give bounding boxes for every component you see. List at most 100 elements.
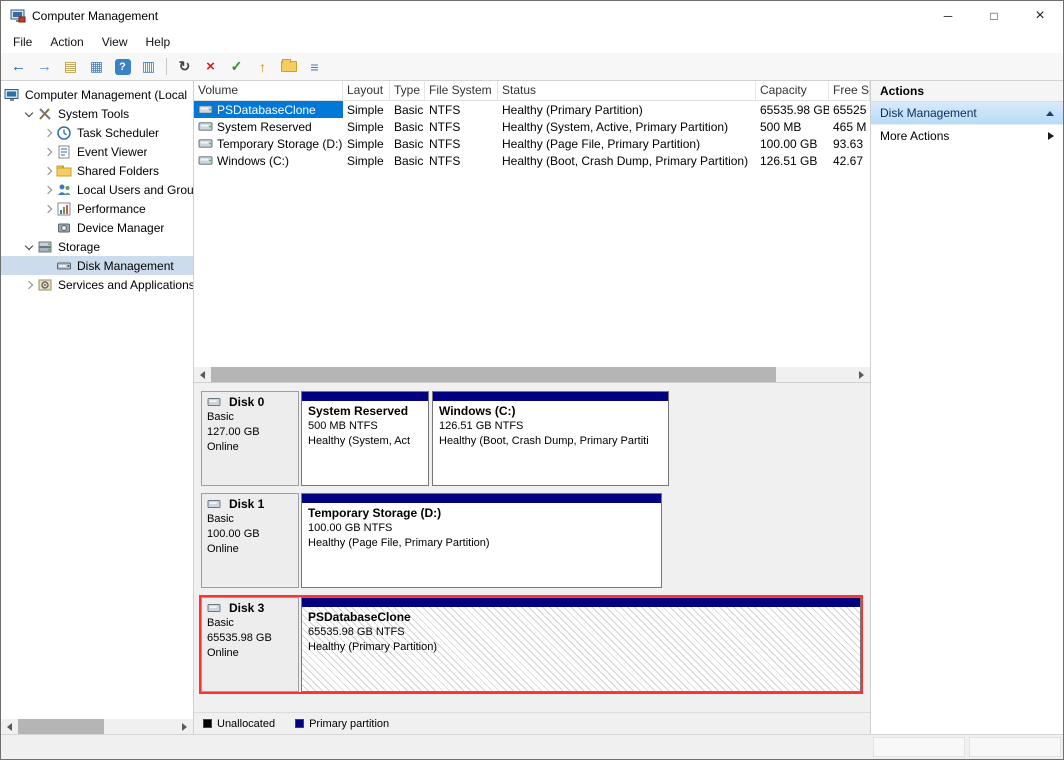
expander-placeholder [42, 222, 54, 234]
tree-item-task-scheduler[interactable]: Task Scheduler [1, 123, 193, 142]
disk-kind: Basic [207, 513, 234, 525]
partition-status: Healthy (Primary Partition) [308, 641, 437, 653]
open-folder-icon[interactable] [276, 55, 301, 78]
refresh-icon[interactable]: ↻ [172, 55, 197, 78]
volume-type: Basic [394, 153, 424, 168]
tree: Computer Management (Local System Tools … [1, 81, 193, 294]
chevron-right-icon[interactable] [42, 127, 54, 139]
partition-temporary-storage[interactable]: Temporary Storage (D:) 100.00 GB NTFS He… [301, 493, 662, 588]
scroll-right-arrow[interactable] [176, 719, 193, 734]
app-icon [10, 8, 26, 24]
delete-volume-icon[interactable]: × [198, 55, 223, 78]
help-icon[interactable]: ? [110, 55, 135, 78]
disk-size: 127.00 GB [207, 426, 260, 438]
toolbar: ← → ▤ ▦ ? ▥ ↻ × ✓ ↑ ≡ [1, 53, 1063, 81]
disk-0-label[interactable]: Disk 0 Basic 127.00 GB Online [201, 391, 299, 486]
tree-item-storage[interactable]: Storage [1, 237, 193, 256]
export-list-icon[interactable]: ▦ [84, 55, 109, 78]
more-actions-item[interactable]: More Actions [871, 125, 1063, 147]
chevron-right-icon[interactable] [42, 203, 54, 215]
device-manager-icon [56, 220, 72, 236]
partition-title: Windows (C:) [439, 404, 516, 418]
properties-icon[interactable]: ▥ [136, 55, 161, 78]
scroll-left-arrow[interactable] [194, 367, 211, 382]
up-level-icon[interactable]: ↑ [250, 55, 275, 78]
chevron-down-icon[interactable] [23, 241, 35, 253]
tree-item-label: Disk Management [77, 258, 174, 273]
column-header-free-space[interactable]: Free S [829, 81, 870, 100]
close-button[interactable]: × [1017, 1, 1063, 31]
legend-label: Primary partition [309, 717, 390, 730]
task-scheduler-icon [56, 125, 72, 141]
computer-management-window: Computer Management ─ □ × File Action Vi… [0, 0, 1064, 760]
menu-help[interactable]: Help [137, 32, 180, 52]
tree-item-system-tools[interactable]: System Tools [1, 104, 193, 123]
volume-capacity: 65535.98 GB [760, 102, 829, 117]
disk-1-label[interactable]: Disk 1 Basic 100.00 GB Online [201, 493, 299, 588]
scroll-left-arrow[interactable] [1, 719, 18, 734]
column-header-status[interactable]: Status [498, 81, 756, 100]
menubar: File Action View Help [1, 31, 1063, 53]
tree-item-label: Local Users and Groups [77, 182, 193, 197]
menu-view[interactable]: View [93, 32, 137, 52]
disk-3-row-selected: Disk 3 Basic 65535.98 GB Online PSDataba… [199, 595, 863, 694]
console-tree-icon[interactable]: ▤ [58, 55, 83, 78]
tree-item-device-manager[interactable]: Device Manager [1, 218, 193, 237]
volume-row-psdatabaseclone[interactable]: PSDatabaseClone Simple Basic NTFS Health… [194, 101, 870, 118]
partition-status: Healthy (System, Act [308, 435, 411, 447]
volume-layout: Simple [347, 153, 384, 168]
volume-list-horizontal-scrollbar[interactable] [194, 367, 870, 382]
check-disk-icon[interactable]: ✓ [224, 55, 249, 78]
volume-name: Windows (C:) [217, 153, 290, 168]
partition-system-reserved[interactable]: System Reserved 500 MB NTFS Healthy (Sys… [301, 391, 429, 486]
disk-3-label[interactable]: Disk 3 Basic 65535.98 GB Online [201, 597, 299, 692]
collapse-group-icon[interactable] [1046, 110, 1054, 116]
footer-panel [969, 737, 1061, 757]
chevron-right-icon[interactable] [42, 146, 54, 158]
column-header-volume[interactable]: Volume [194, 81, 343, 100]
tree-item-shared-folders[interactable]: Shared Folders [1, 161, 193, 180]
volume-row-temporary-storage[interactable]: Temporary Storage (D:) Simple Basic NTFS… [194, 135, 870, 152]
list-view-icon[interactable]: ≡ [302, 55, 327, 78]
volume-row-system-reserved[interactable]: System Reserved Simple Basic NTFS Health… [194, 118, 870, 135]
chevron-right-icon[interactable] [42, 165, 54, 177]
volume-free-space: 465 M [833, 119, 867, 134]
tree-item-services-and-applications[interactable]: Services and Applications [1, 275, 193, 294]
partition-psdatabaseclone[interactable]: PSDatabaseClone 65535.98 GB NTFS Healthy… [301, 597, 861, 692]
tree-item-computer-management[interactable]: Computer Management (Local [1, 85, 193, 104]
minimize-button[interactable]: ─ [925, 1, 971, 31]
tree-item-label: Device Manager [77, 220, 165, 235]
scroll-right-arrow[interactable] [853, 367, 870, 382]
tree-item-label: Shared Folders [77, 163, 160, 178]
scrollbar-thumb[interactable] [211, 367, 776, 382]
primary-partition-strip [302, 598, 860, 607]
tree-item-local-users-and-groups[interactable]: Local Users and Groups [1, 180, 193, 199]
actions-pane-title: Actions [871, 81, 1063, 102]
tree-item-performance[interactable]: Performance [1, 199, 193, 218]
volume-row-windows-c[interactable]: Windows (C:) Simple Basic NTFS Healthy (… [194, 152, 870, 169]
column-header-file-system[interactable]: File System [425, 81, 498, 100]
action-group-disk-management[interactable]: Disk Management [871, 102, 1063, 125]
column-header-layout[interactable]: Layout [343, 81, 390, 100]
tree-item-disk-management[interactable]: Disk Management [1, 256, 193, 275]
partition-windows-c[interactable]: Windows (C:) 126.51 GB NTFS Healthy (Boo… [432, 391, 669, 486]
disk-status: Online [207, 543, 239, 555]
chevron-right-icon[interactable] [23, 279, 35, 291]
maximize-button[interactable]: □ [971, 1, 1017, 31]
menu-action[interactable]: Action [41, 32, 92, 52]
chevron-down-icon[interactable] [23, 108, 35, 120]
tree-item-label: Performance [77, 201, 146, 216]
column-header-capacity[interactable]: Capacity [756, 81, 829, 100]
menu-file[interactable]: File [4, 32, 41, 52]
chevron-right-icon[interactable] [42, 184, 54, 196]
back-icon[interactable]: ← [6, 55, 31, 78]
footer-strip [1, 734, 1063, 759]
forward-icon[interactable]: → [32, 55, 57, 78]
volume-rows: PSDatabaseClone Simple Basic NTFS Health… [194, 101, 870, 367]
tree-horizontal-scrollbar[interactable] [1, 719, 193, 734]
disk-icon [207, 396, 222, 409]
tree-item-event-viewer[interactable]: Event Viewer [1, 142, 193, 161]
legend-primary-partition: Primary partition [295, 718, 389, 730]
column-header-type[interactable]: Type [390, 81, 425, 100]
scrollbar-thumb[interactable] [18, 719, 104, 734]
